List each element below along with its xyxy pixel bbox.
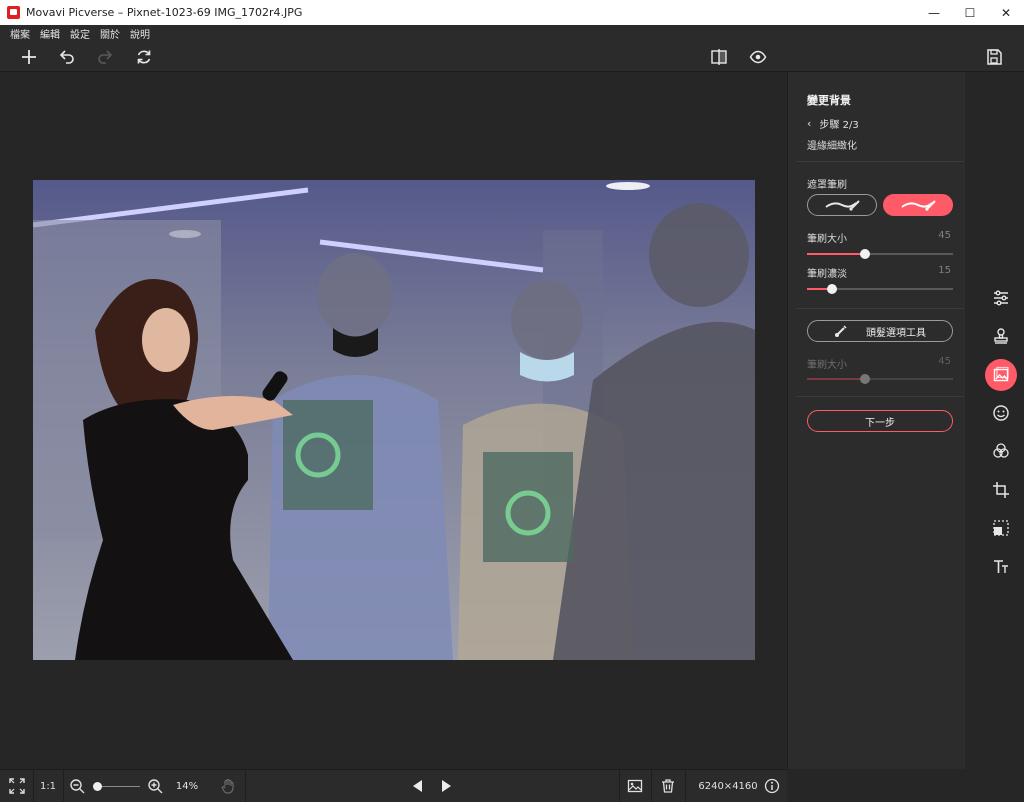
step-subtitle: 邊緣細緻化 — [807, 141, 857, 152]
brush-size-label: 筆刷大小 — [807, 234, 847, 245]
compare-icon[interactable] — [707, 45, 731, 69]
next-step-label: 下一步 — [865, 417, 895, 429]
panel-title: 變更背景 — [807, 94, 851, 107]
open-image-icon[interactable] — [624, 775, 646, 797]
zoom-out-icon[interactable] — [68, 775, 86, 797]
zoom-slider-knob[interactable] — [93, 782, 103, 791]
crop-icon[interactable] — [985, 474, 1017, 506]
brush-opacity-knob[interactable] — [826, 284, 837, 294]
stamp-icon[interactable] — [985, 320, 1017, 352]
hair-brush-size-knob[interactable] — [860, 374, 871, 384]
next-step-button[interactable]: 下一步 — [807, 410, 953, 432]
separator — [619, 770, 620, 802]
actual-size-button[interactable]: 1:1 — [37, 775, 59, 797]
brush-opacity-value: 15 — [938, 265, 951, 276]
undo-icon[interactable] — [55, 45, 79, 69]
previous-image-icon[interactable] — [408, 775, 428, 797]
add-icon[interactable] — [17, 45, 41, 69]
brush-size-slider[interactable] — [807, 249, 953, 259]
divider — [796, 161, 964, 162]
menu-settings[interactable]: 設定 — [70, 26, 90, 41]
hair-brush-size-slider[interactable] — [807, 374, 953, 384]
menu-file[interactable]: 檔案 — [10, 26, 30, 41]
hair-tool-button[interactable]: 頭髮選項工具 — [807, 320, 953, 342]
brush-size-fill — [807, 253, 866, 255]
preview-eye-icon[interactable] — [746, 45, 770, 69]
restore-brush-button[interactable] — [883, 194, 953, 216]
title-bar: Movavi Picverse – Pixnet-1023-69 IMG_170… — [0, 0, 1024, 25]
info-icon[interactable] — [762, 775, 782, 797]
menu-bar: 檔案 編輯 設定 關於 說明 — [0, 25, 1024, 41]
erase-brush-button[interactable] — [807, 194, 877, 216]
minimize-button[interactable]: — — [916, 0, 952, 25]
erase-brush-icon — [825, 200, 860, 211]
separator — [685, 770, 686, 802]
fit-to-screen-icon[interactable] — [6, 775, 28, 797]
brush-size-knob[interactable] — [860, 249, 871, 259]
brush-opacity-label: 筆刷濃淡 — [807, 269, 847, 280]
brush-size-value: 45 — [938, 230, 951, 241]
window-title: Movavi Picverse – Pixnet-1023-69 IMG_170… — [26, 6, 303, 19]
menu-edit[interactable]: 編輯 — [40, 26, 60, 41]
menu-about[interactable]: 關於 — [100, 26, 120, 41]
bottom-bar: 1:1 14% 6240×4160 — [0, 769, 787, 802]
photo-illustration — [33, 180, 755, 660]
image-dimensions: 6240×4160 — [698, 780, 758, 792]
next-image-icon[interactable] — [436, 775, 456, 797]
menu-help[interactable]: 說明 — [130, 26, 150, 41]
separator — [651, 770, 652, 802]
separator — [245, 770, 246, 802]
filters-icon[interactable] — [985, 435, 1017, 467]
mask-brush-label: 遮罩筆刷 — [807, 180, 847, 191]
close-button[interactable]: ✕ — [988, 0, 1024, 25]
divider — [796, 396, 964, 397]
change-background-icon[interactable] — [985, 359, 1017, 391]
divider — [796, 308, 964, 309]
hair-brush-size-fill — [807, 378, 866, 380]
hair-brush-icon — [835, 325, 847, 337]
separator — [33, 770, 34, 802]
step-label: 步驟 2/3 — [819, 120, 859, 131]
face-retouch-icon[interactable] — [985, 397, 1017, 429]
hair-tool-label: 頭髮選項工具 — [866, 327, 926, 339]
text-icon[interactable] — [985, 551, 1017, 583]
separator — [63, 770, 64, 802]
bottom-right-area — [787, 769, 1024, 802]
edited-photo[interactable] — [33, 180, 755, 660]
hair-brush-size-value: 45 — [938, 356, 951, 367]
image-canvas[interactable] — [0, 72, 787, 769]
brush-opacity-slider[interactable] — [807, 284, 953, 294]
delete-trash-icon[interactable] — [657, 775, 679, 797]
maximize-button[interactable]: ☐ — [952, 0, 988, 25]
redo-icon[interactable] — [93, 45, 117, 69]
save-icon[interactable] — [982, 45, 1006, 69]
resize-icon[interactable] — [985, 512, 1017, 544]
zoom-in-icon[interactable] — [146, 775, 164, 797]
zoom-percent: 14% — [175, 780, 199, 792]
reset-icon[interactable] — [132, 45, 156, 69]
hand-pan-icon[interactable] — [218, 775, 238, 797]
toolbar — [0, 41, 1024, 72]
restore-brush-icon — [901, 200, 936, 211]
adjust-sliders-icon[interactable] — [985, 282, 1017, 314]
step-indicator[interactable]: ‹ 步驟 2/3 — [807, 116, 859, 131]
app-logo-icon — [7, 6, 20, 19]
tool-strip — [965, 72, 1024, 769]
change-background-panel: 變更背景 ‹ 步驟 2/3 邊緣細緻化 遮罩筆刷 筆刷大小 45 筆刷濃淡 15 — [787, 72, 965, 769]
window-controls: — ☐ ✕ — [916, 0, 1024, 25]
hair-brush-size-label: 筆刷大小 — [807, 360, 847, 371]
app-window: Movavi Picverse – Pixnet-1023-69 IMG_170… — [0, 0, 1024, 802]
back-chevron-icon[interactable]: ‹ — [807, 117, 811, 130]
